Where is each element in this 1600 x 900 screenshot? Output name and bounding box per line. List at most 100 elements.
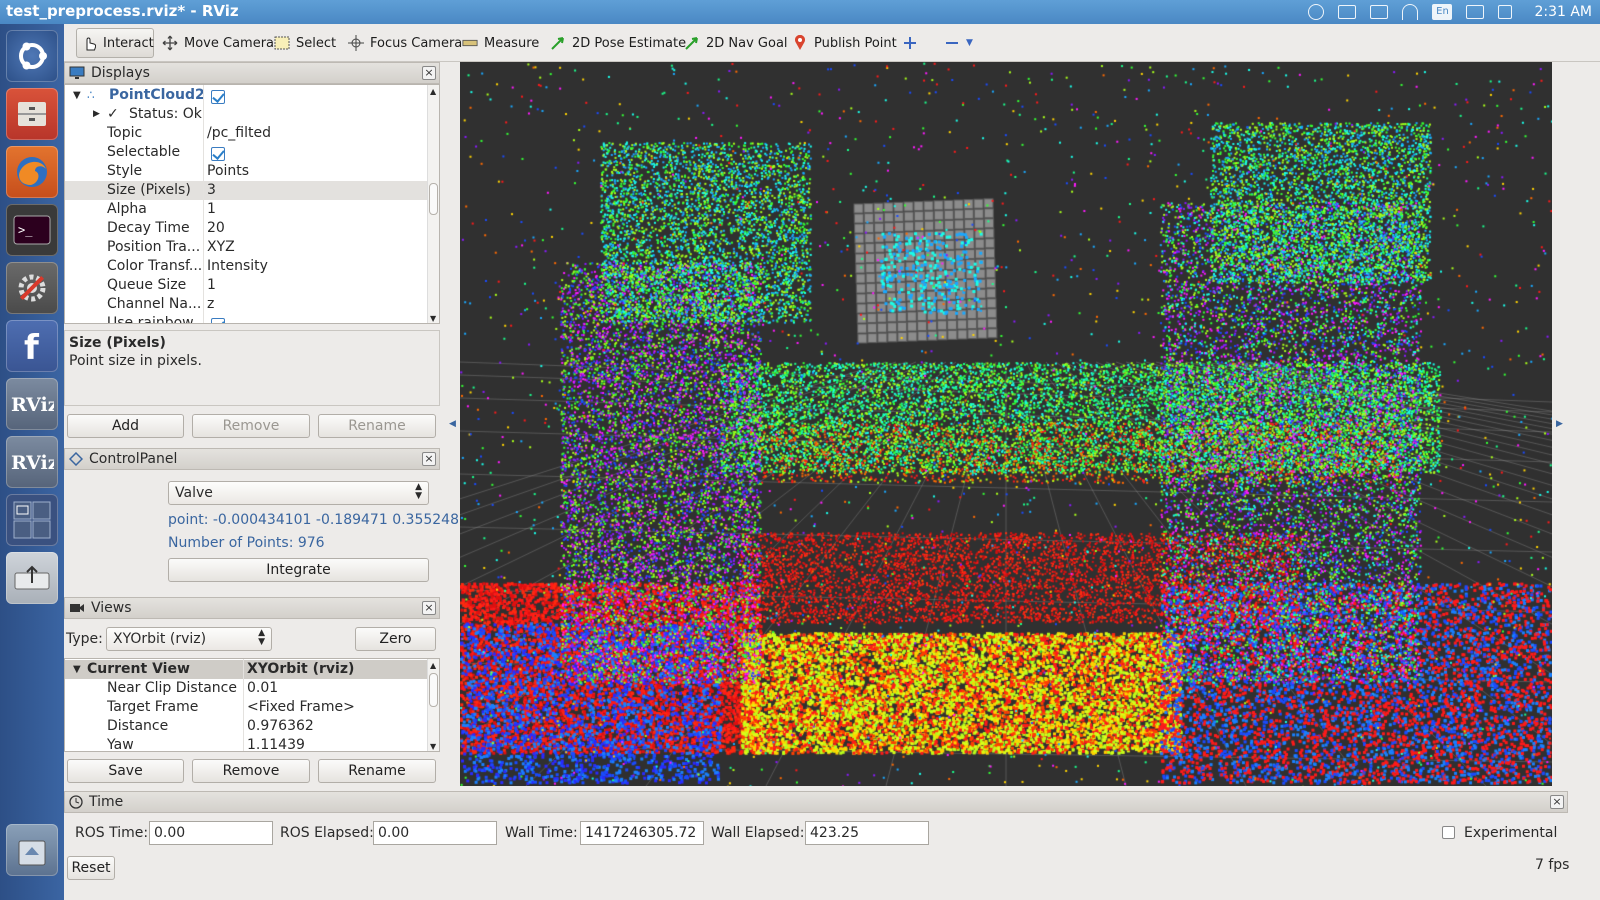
- remove-tool-button[interactable]: ▼: [938, 28, 979, 58]
- property-value[interactable]: z: [207, 295, 214, 314]
- property-row-selected[interactable]: Size (Pixels) 3: [65, 181, 439, 200]
- remove-display-button[interactable]: Remove: [192, 414, 310, 438]
- property-row[interactable]: Channel Na... z: [65, 295, 439, 314]
- property-row[interactable]: Use rainbow: [65, 314, 439, 323]
- settings-launcher-button[interactable]: [6, 262, 58, 314]
- integrate-button[interactable]: Integrate: [168, 558, 429, 582]
- tool-2d-pose-estimate[interactable]: 2D Pose Estimate: [544, 28, 692, 58]
- reset-button[interactable]: Reset: [67, 856, 115, 880]
- rviz-launcher-button-2[interactable]: RViz: [6, 436, 58, 488]
- expand-arrow-icon[interactable]: ▶: [93, 105, 100, 124]
- scroll-down-icon[interactable]: ▼: [430, 742, 436, 751]
- scroll-down-icon[interactable]: ▼: [430, 314, 436, 323]
- views-panel-header[interactable]: Views ×: [64, 597, 440, 619]
- property-row[interactable]: Decay Time 20: [65, 219, 439, 238]
- property-value[interactable]: 0.976362: [247, 717, 314, 736]
- dash-home-button[interactable]: [6, 30, 58, 82]
- scrollbar-thumb[interactable]: [429, 673, 438, 707]
- close-icon[interactable]: ×: [422, 66, 436, 80]
- zero-button[interactable]: Zero: [355, 627, 436, 651]
- property-row[interactable]: Queue Size 1: [65, 276, 439, 295]
- object-type-select[interactable]: Valve ▲ ▼: [168, 481, 429, 505]
- tree-row-status[interactable]: ▶ ✓ Status: Ok: [65, 105, 439, 124]
- collapse-right-arrow-icon[interactable]: ▶: [1556, 419, 1563, 429]
- property-row[interactable]: Color Transf... Intensity: [65, 257, 439, 276]
- tool-focus-camera[interactable]: Focus Camera: [342, 28, 468, 58]
- property-value[interactable]: 1: [207, 200, 216, 219]
- wall-time-field[interactable]: 1417246305.72: [580, 821, 704, 845]
- usb-drive-launcher-button[interactable]: [6, 552, 58, 604]
- calendar-icon[interactable]: [1370, 5, 1389, 19]
- property-value[interactable]: Points: [207, 162, 249, 181]
- volume-icon[interactable]: [1498, 5, 1513, 19]
- rename-display-button[interactable]: Rename: [318, 414, 436, 438]
- property-value[interactable]: 1: [207, 276, 216, 295]
- property-value[interactable]: 1.11439: [247, 736, 305, 751]
- close-icon[interactable]: ×: [1550, 795, 1564, 809]
- property-row[interactable]: Alpha 1: [65, 200, 439, 219]
- property-row[interactable]: Distance 0.976362: [65, 717, 439, 736]
- tool-publish-point[interactable]: Publish Point: [786, 28, 903, 58]
- close-icon[interactable]: ×: [422, 452, 436, 466]
- displays-panel-header[interactable]: Displays ×: [64, 62, 440, 84]
- use-rainbow-checkbox[interactable]: [211, 316, 225, 323]
- expand-arrow-icon[interactable]: ▼: [73, 660, 81, 679]
- expand-arrow-icon[interactable]: ▼: [73, 86, 81, 105]
- firefox-launcher-button[interactable]: [6, 146, 58, 198]
- scroll-up-icon[interactable]: ▲: [430, 87, 436, 96]
- property-row[interactable]: Target Frame <Fixed Frame>: [65, 698, 439, 717]
- terminal-launcher-button[interactable]: >_: [6, 204, 58, 256]
- scroll-up-icon[interactable]: ▲: [430, 661, 436, 670]
- collapse-left-arrow-icon[interactable]: ◀: [449, 419, 456, 429]
- clock[interactable]: 2:31 AM: [1534, 4, 1592, 20]
- keyboard-icon[interactable]: [1338, 5, 1357, 19]
- time-panel-header[interactable]: Time ×: [64, 791, 1568, 813]
- wall-elapsed-field[interactable]: 423.25: [805, 821, 929, 845]
- tool-2d-nav-goal[interactable]: 2D Nav Goal: [678, 28, 794, 58]
- files-launcher-button[interactable]: [6, 88, 58, 140]
- property-row[interactable]: Near Clip Distance 0.01: [65, 679, 439, 698]
- views-scrollbar[interactable]: ▲ ▼: [427, 659, 439, 751]
- property-row[interactable]: Selectable: [65, 143, 439, 162]
- facebook-launcher-button[interactable]: f: [6, 320, 58, 372]
- wifi-icon[interactable]: [1402, 4, 1419, 20]
- property-value[interactable]: 0.01: [247, 679, 278, 698]
- property-row[interactable]: Position Tra... XYZ: [65, 238, 439, 257]
- property-row[interactable]: Yaw 1.11439: [65, 736, 439, 751]
- property-row[interactable]: Style Points: [65, 162, 439, 181]
- add-tool-button[interactable]: [896, 28, 924, 58]
- scrollbar-thumb[interactable]: [429, 183, 438, 215]
- remove-view-button[interactable]: Remove: [192, 759, 310, 783]
- tool-move-camera[interactable]: Move Camera: [156, 28, 280, 58]
- property-row[interactable]: Topic/pc_filted: [65, 124, 439, 143]
- trash-launcher-button[interactable]: [6, 824, 58, 876]
- close-icon[interactable]: ×: [422, 601, 436, 615]
- experimental-checkbox[interactable]: [1442, 826, 1455, 839]
- updates-icon[interactable]: [1308, 4, 1325, 20]
- property-value[interactable]: 3: [207, 181, 216, 200]
- tool-interact[interactable]: Interact: [76, 28, 154, 58]
- add-display-button[interactable]: Add: [67, 414, 184, 438]
- view-type-select[interactable]: XYOrbit (rviz) ▲ ▼: [106, 627, 272, 651]
- property-value[interactable]: 20: [207, 219, 225, 238]
- workspace-switcher-button[interactable]: [6, 494, 58, 546]
- property-value[interactable]: <Fixed Frame>: [247, 698, 355, 717]
- control-panel-header[interactable]: ControlPanel ×: [64, 448, 440, 470]
- tool-select[interactable]: Select: [268, 28, 342, 58]
- rviz-launcher-button-1[interactable]: RViz: [6, 378, 58, 430]
- point-cloud-canvas[interactable]: [460, 62, 1552, 786]
- current-view-header-row[interactable]: ▼ Current View XYOrbit (rviz): [65, 660, 439, 679]
- battery-icon[interactable]: [1466, 5, 1485, 19]
- tool-measure[interactable]: Measure: [456, 28, 545, 58]
- rename-view-button[interactable]: Rename: [318, 759, 436, 783]
- tree-row-pointcloud2[interactable]: ▼ ∴ PointCloud2: [65, 86, 439, 105]
- language-indicator[interactable]: En: [1432, 4, 1453, 20]
- save-view-button[interactable]: Save: [67, 759, 184, 783]
- render-viewport[interactable]: [460, 62, 1552, 786]
- property-value[interactable]: XYZ: [207, 238, 235, 257]
- ros-elapsed-field[interactable]: 0.00: [373, 821, 497, 845]
- property-value[interactable]: /pc_filted: [207, 124, 271, 143]
- displays-scrollbar[interactable]: ▲ ▼: [427, 85, 439, 323]
- ros-time-field[interactable]: 0.00: [149, 821, 273, 845]
- property-value[interactable]: Intensity: [207, 257, 268, 276]
